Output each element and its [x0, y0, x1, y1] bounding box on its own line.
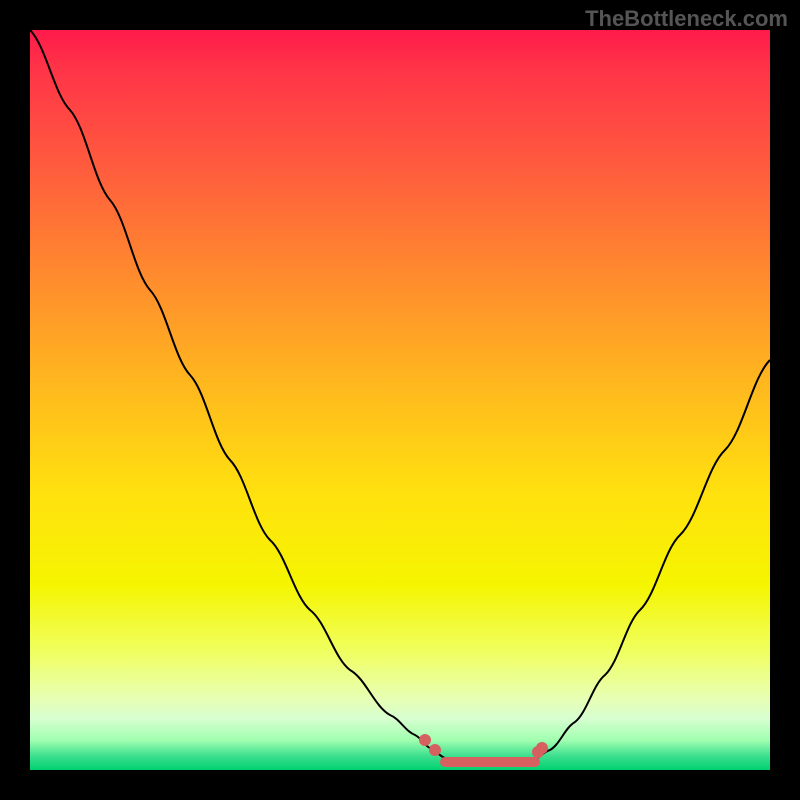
highlight-dot	[429, 744, 441, 756]
highlight-dot	[419, 734, 431, 746]
highlight-dots	[419, 734, 548, 758]
highlight-dot	[536, 742, 548, 754]
chart-frame	[30, 30, 770, 770]
right-curve	[530, 360, 770, 762]
watermark-text: TheBottleneck.com	[585, 6, 788, 32]
chart-svg	[30, 30, 770, 770]
left-curve	[30, 30, 460, 762]
